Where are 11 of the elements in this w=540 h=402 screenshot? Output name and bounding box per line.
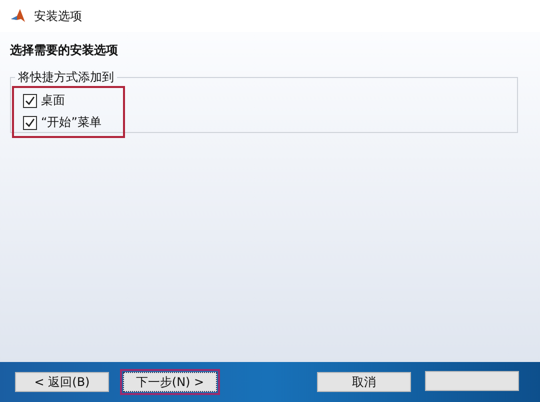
wizard-button[interactable]: < 返回(B)	[15, 372, 109, 392]
checkbox[interactable]	[23, 116, 37, 130]
checkbox-label: 桌面	[41, 92, 65, 109]
app-logo-icon	[10, 8, 26, 24]
wizard-button[interactable]: 取消	[317, 372, 411, 392]
group-title: 将快捷方式添加到	[17, 69, 115, 86]
section-heading: 选择需要的安装选项	[10, 42, 119, 59]
checkbox[interactable]	[23, 94, 37, 108]
window-title: 安装选项	[34, 8, 82, 24]
wizard-button[interactable]: 下一步(N) >	[123, 372, 217, 392]
checkbox-label: “开始”菜单	[41, 114, 102, 131]
